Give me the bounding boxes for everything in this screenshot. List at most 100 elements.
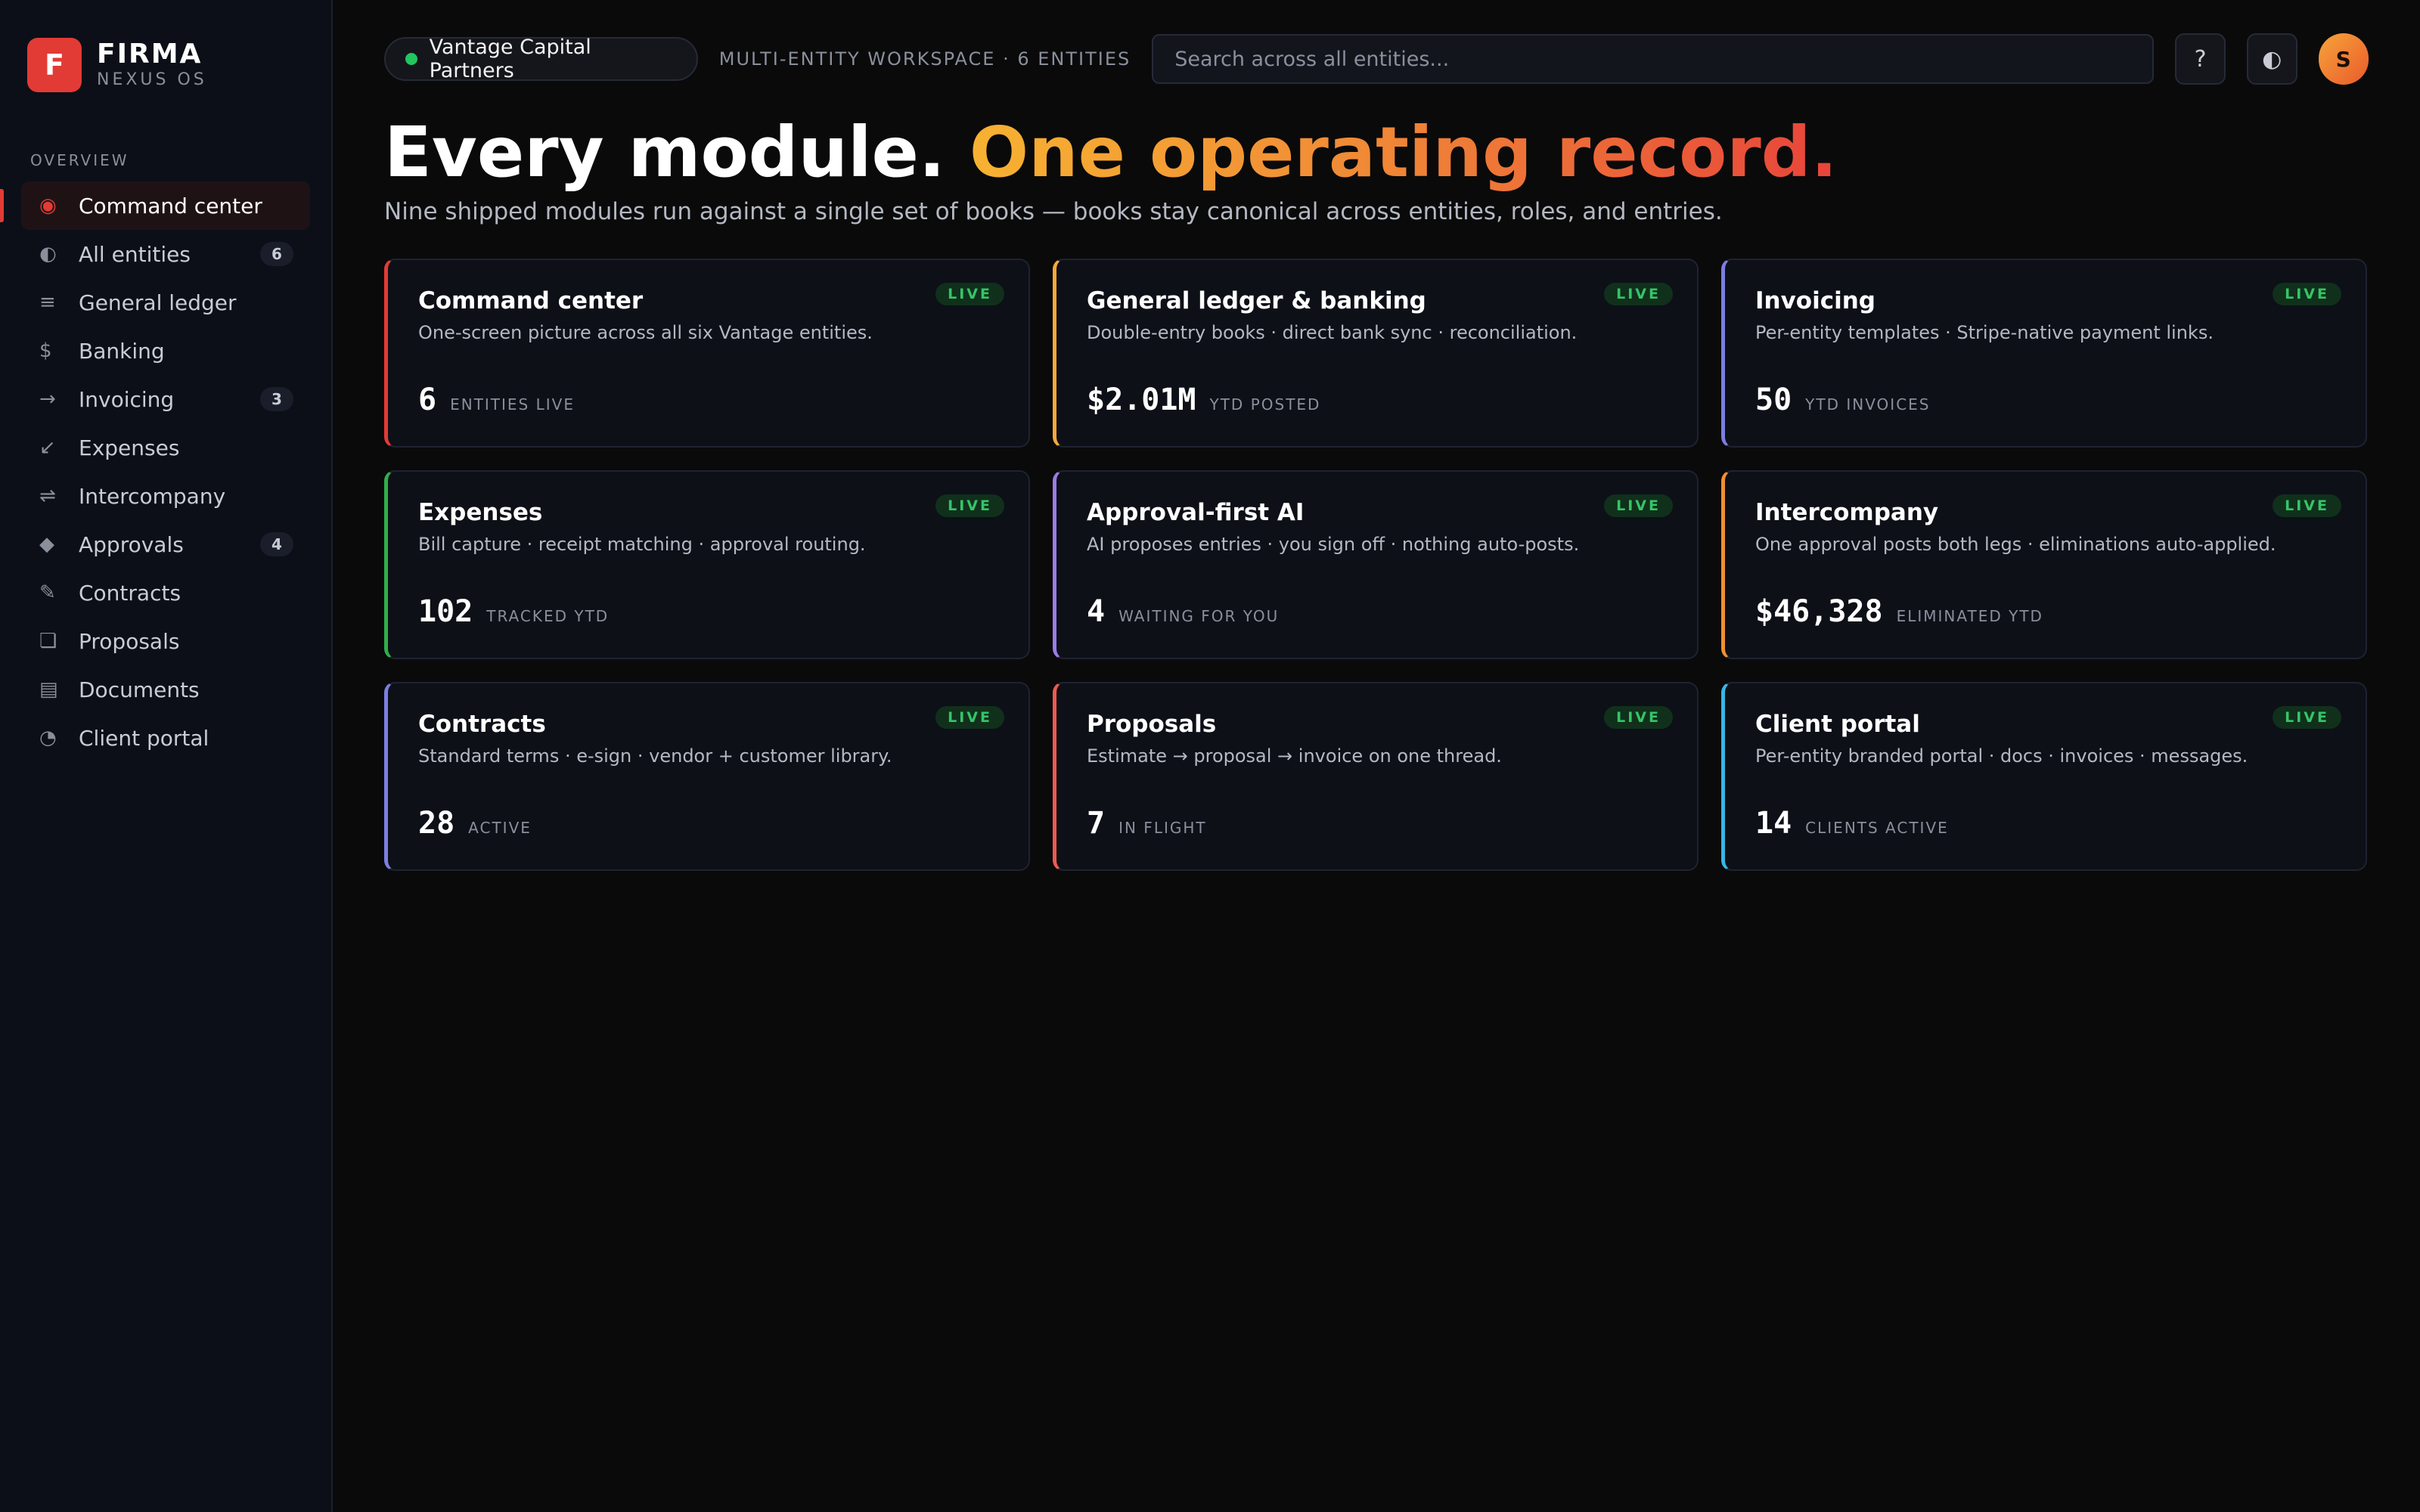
app-shell: F FIRMA NEXUS OS OVERVIEW ◉ Command cente…	[0, 0, 2420, 1512]
theme-toggle-icon: ◐	[2262, 45, 2282, 73]
module-card-title: Command center	[418, 287, 644, 314]
module-card-metric: 7 IN FLIGHT	[1087, 806, 1207, 841]
module-card-title: Intercompany	[1755, 499, 1939, 526]
sidebar-item-approvals[interactable]: ◆ Approvals 4	[21, 520, 310, 569]
workspace-name: Vantage Capital Partners	[429, 36, 591, 82]
metric-value: 7	[1087, 806, 1106, 841]
module-card-title: Client portal	[1755, 711, 1920, 738]
module-card-metric: 28 ACTIVE	[418, 806, 532, 841]
sidebar-item-label: All entities	[79, 241, 191, 267]
module-card-approval-first-ai[interactable]: Approval-first AI AI proposes entries · y…	[1053, 470, 1699, 659]
page-title-plain: Every module.	[384, 112, 945, 193]
module-card-proposals[interactable]: Proposals Estimate → proposal → invoice o…	[1053, 682, 1699, 871]
module-card-metric: 50 YTD INVOICES	[1755, 383, 1931, 417]
help-button[interactable]: ?	[2175, 33, 2226, 85]
sidebar-item-label: Expenses	[79, 435, 180, 460]
sidebar-item-label: Command center	[79, 193, 262, 218]
page-title-accent: One operating record.	[969, 112, 1838, 193]
sidebar-item-banking[interactable]: $ Banking	[21, 327, 310, 375]
live-status-badge: LIVE	[1604, 494, 1673, 517]
intercompany-icon: ⇌	[39, 485, 56, 507]
sidebar-item-general-ledger[interactable]: ≡ General ledger	[21, 278, 310, 327]
brand-name: FIRMA	[97, 39, 203, 70]
sidebar-item-client-portal[interactable]: ◔ Client portal	[21, 714, 310, 762]
contracts-icon: ✎	[39, 581, 56, 604]
module-card-description: One-screen picture across all six Vantag…	[418, 322, 873, 343]
avatar[interactable]: S	[2318, 33, 2369, 85]
module-card-expenses[interactable]: Expenses Bill capture · receipt matching …	[384, 470, 1030, 659]
live-status-badge: LIVE	[2273, 283, 2341, 305]
brand-subtitle: NEXUS OS	[97, 70, 207, 89]
sidebar-item-count-badge: 4	[260, 532, 293, 556]
module-card-description: Double-entry books · direct bank sync · …	[1087, 322, 1578, 343]
module-card-title: General ledger & banking	[1087, 287, 1426, 314]
module-card-metric: 6 ENTITIES LIVE	[418, 383, 575, 417]
module-card-metric: 4 WAITING FOR YOU	[1087, 594, 1279, 629]
module-card-intercompany[interactable]: Intercompany One approval posts both legs…	[1721, 470, 2367, 659]
theme-toggle-button[interactable]: ◐	[2246, 33, 2297, 85]
metric-value: $2.01M	[1087, 383, 1196, 417]
module-card-invoicing[interactable]: Invoicing Per-entity templates · Stripe-n…	[1721, 259, 2367, 448]
metric-label: ELIMINATED YTD	[1896, 607, 2043, 625]
sidebar-item-proposals[interactable]: ❏ Proposals	[21, 617, 310, 665]
all-entities-icon: ◐	[39, 243, 57, 265]
module-card-description: One approval posts both legs · eliminati…	[1755, 534, 2276, 555]
nav-section-overview: OVERVIEW	[30, 151, 129, 169]
sidebar-item-invoicing[interactable]: → Invoicing 3	[21, 375, 310, 423]
metric-value: $46,328	[1755, 594, 1883, 629]
metric-label: WAITING FOR YOU	[1118, 607, 1280, 625]
brand[interactable]: F FIRMA NEXUS OS	[27, 38, 310, 92]
metric-value: 14	[1755, 806, 1792, 841]
module-card-description: Per-entity templates · Stripe-native pay…	[1755, 322, 2214, 343]
live-status-badge: LIVE	[2273, 706, 2341, 729]
module-card-contracts[interactable]: Contracts Standard terms · e-sign · vendo…	[384, 682, 1030, 871]
module-card-metric: $2.01M YTD POSTED	[1087, 383, 1320, 417]
module-card-metric: 14 CLIENTS ACTIVE	[1755, 806, 1949, 841]
topbar: Vantage Capital Partners MULTI-ENTITY WO…	[384, 33, 2369, 85]
sidebar-item-label: Invoicing	[79, 386, 175, 412]
workspace-meta: MULTI-ENTITY WORKSPACE · 6 ENTITIES	[718, 48, 1131, 70]
metric-value: 6	[418, 383, 437, 417]
general-ledger-icon: ≡	[39, 291, 56, 314]
page-subtitle: Nine shipped modules run against a singl…	[384, 198, 1723, 225]
search-input[interactable]	[1152, 34, 2155, 84]
approvals-icon: ◆	[39, 533, 54, 556]
sidebar-item-intercompany[interactable]: ⇌ Intercompany	[21, 472, 310, 520]
module-card-title: Contracts	[418, 711, 546, 738]
module-card-command-center[interactable]: Command center One-screen picture across …	[384, 259, 1030, 448]
sidebar-item-label: Proposals	[79, 628, 180, 654]
live-status-badge: LIVE	[2273, 494, 2341, 517]
module-grid: Command center One-screen picture across …	[384, 259, 2369, 871]
sidebar-item-label: Client portal	[79, 725, 209, 751]
sidebar-item-label: Approvals	[79, 531, 184, 557]
module-card-title: Expenses	[418, 499, 543, 526]
documents-icon: ▤	[39, 678, 58, 701]
live-status-badge: LIVE	[935, 706, 1004, 729]
metric-label: YTD INVOICES	[1805, 395, 1931, 414]
module-card-general-ledger-banking[interactable]: General ledger & banking Double-entry boo…	[1053, 259, 1699, 448]
sidebar-item-label: Documents	[79, 677, 200, 702]
live-status-badge: LIVE	[1604, 706, 1673, 729]
module-card-description: Bill capture · receipt matching · approv…	[418, 534, 866, 555]
proposals-icon: ❏	[39, 630, 57, 652]
module-card-description: AI proposes entries · you sign off · not…	[1087, 534, 1580, 555]
sidebar-item-label: Contracts	[79, 580, 182, 606]
brand-text: FIRMA NEXUS OS	[97, 40, 207, 90]
sidebar-item-contracts[interactable]: ✎ Contracts	[21, 569, 310, 617]
sidebar-item-count-badge: 6	[260, 242, 293, 266]
sidebar-item-command-center[interactable]: ◉ Command center	[0, 181, 310, 230]
live-status-badge: LIVE	[935, 494, 1004, 517]
metric-label: YTD POSTED	[1209, 395, 1321, 414]
metric-label: ACTIVE	[468, 819, 532, 837]
module-card-metric: 102 TRACKED YTD	[418, 594, 609, 629]
client-portal-icon: ◔	[39, 727, 57, 749]
sidebar: F FIRMA NEXUS OS OVERVIEW ◉ Command cente…	[0, 0, 333, 1512]
sidebar-item-documents[interactable]: ▤ Documents	[21, 665, 310, 714]
module-card-title: Proposals	[1087, 711, 1217, 738]
workspace-switcher[interactable]: Vantage Capital Partners	[384, 36, 698, 82]
module-card-client-portal[interactable]: Client portal Per-entity branded portal ·…	[1721, 682, 2367, 871]
sidebar-item-expenses[interactable]: ↙ Expenses	[21, 423, 310, 472]
module-card-title: Invoicing	[1755, 287, 1876, 314]
module-card-description: Standard terms · e-sign · vendor + custo…	[418, 745, 892, 767]
sidebar-item-all-entities[interactable]: ◐ All entities 6	[21, 230, 310, 278]
